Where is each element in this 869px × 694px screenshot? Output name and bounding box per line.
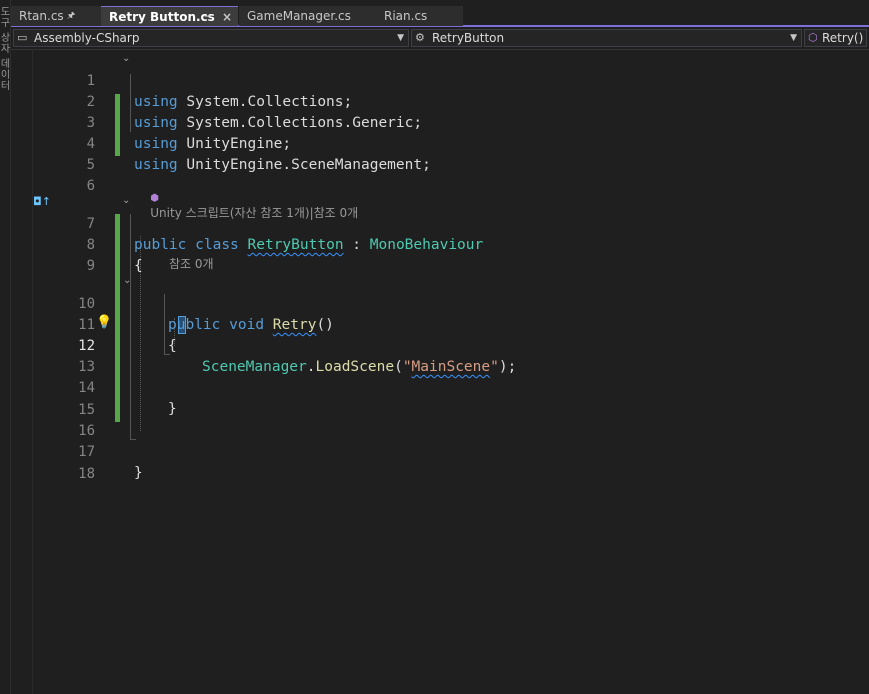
line-number: 18 <box>78 466 95 482</box>
document-tab-bar: Rtan.cs 🖈 Retry Button.cs ⊸ × GameManage… <box>11 0 869 27</box>
code-line-12[interactable]: 12 SceneManager.LoadScene("MainScene"); <box>11 315 869 375</box>
code-line-9[interactable]: 9 <box>11 235 869 274</box>
chevron-down-icon: ▼ <box>790 33 797 43</box>
type-label: RetryButton <box>432 31 505 45</box>
pin-icon[interactable]: ⊸ <box>204 7 212 27</box>
tab-rian[interactable]: Rian.cs <box>376 6 463 26</box>
navigation-bar: ▭ Assembly-CSharp ▼ ⚙ RetryButton ▼ ⬡ Re… <box>11 28 869 50</box>
member-dropdown[interactable]: ⬡ Retry() <box>804 29 867 47</box>
chevron-down-icon: ▼ <box>397 33 404 43</box>
tab-label: Rian.cs <box>384 9 428 23</box>
side-panel-label[interactable]: 도구 상자 데이터 <box>0 6 11 91</box>
tab-label: Retry Button.cs <box>109 10 215 24</box>
code-line-17[interactable]: 17 } <box>11 421 869 481</box>
code-line-16[interactable]: 16 <box>11 400 869 439</box>
code-line-7[interactable]: 7 public class RetryButton : MonoBehavio… <box>11 193 869 253</box>
codelens-method-references[interactable]: 참조 0개 <box>169 255 214 272</box>
member-label: Retry() <box>822 31 864 45</box>
code-editor[interactable]: ⌄ ⌄ ⌄ ◘↑ 💡 1 using System.Collections; 2… <box>11 50 869 694</box>
close-brace: } <box>134 465 143 481</box>
close-icon[interactable]: × <box>222 7 232 27</box>
code-line-6[interactable]: 6 <box>11 155 869 194</box>
tab-retry-button[interactable]: Retry Button.cs ⊸ × <box>101 6 238 26</box>
code-line-15[interactable]: 15 <box>11 379 869 418</box>
code-line-2[interactable]: 2 using System.Collections.Generic; <box>11 71 869 131</box>
type-dropdown[interactable]: ⚙ RetryButton ▼ <box>411 29 802 47</box>
code-line-18[interactable]: 18 <box>11 443 869 482</box>
code-line-8[interactable]: 8 { <box>11 214 869 274</box>
method-icon: ⬡ <box>808 31 818 44</box>
code-line-14[interactable]: 14 } <box>11 357 869 417</box>
side-panel-strip[interactable]: 도구 상자 데이터 <box>0 0 11 694</box>
project-icon: ▭ <box>17 31 28 44</box>
code-line-4[interactable]: 4 using UnityEngine.SceneManagement; <box>11 113 869 173</box>
tab-gamemanager[interactable]: GameManager.cs <box>239 6 376 26</box>
code-line-13[interactable]: 13 <box>11 336 869 375</box>
class-icon: ⚙ <box>415 31 425 44</box>
code-line-10[interactable]: 10 public void Retry() <box>11 273 869 333</box>
code-line-5[interactable]: 5 <box>11 134 869 173</box>
code-line-3[interactable]: 3 using UnityEngine; <box>11 92 869 152</box>
code-line-11[interactable]: 11 { <box>11 294 869 354</box>
code-line-1[interactable]: 1 using System.Collections; <box>11 50 869 110</box>
tab-rtan[interactable]: Rtan.cs 🖈 <box>11 6 101 26</box>
project-dropdown[interactable]: ▭ Assembly-CSharp ▼ <box>13 29 409 47</box>
pin-icon[interactable]: 🖈 <box>67 6 75 26</box>
tab-label: Rtan.cs <box>19 9 64 23</box>
tab-label: GameManager.cs <box>247 9 351 23</box>
project-label: Assembly-CSharp <box>34 31 140 45</box>
